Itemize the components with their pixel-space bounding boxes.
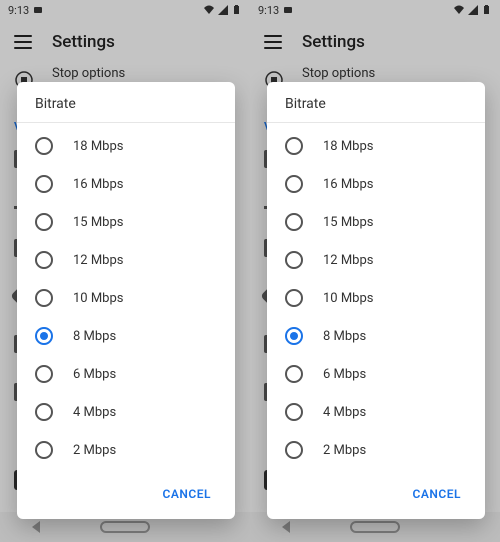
bitrate-dialog: Bitrate 18 Mbps 16 Mbps 15 Mbps 12 Mbps 10 M… — [267, 82, 485, 519]
bitrate-option-label: 12 Mbps — [323, 253, 374, 268]
radio-icon — [35, 213, 53, 231]
bitrate-option-label: 2 Mbps — [73, 443, 116, 458]
bitrate-option[interactable]: 6 Mbps — [267, 355, 485, 393]
bitrate-options-list: 18 Mbps 16 Mbps 15 Mbps 12 Mbps 10 Mbps 8 Mbp… — [267, 123, 485, 473]
radio-icon — [35, 289, 53, 307]
bitrate-option[interactable]: 2 Mbps — [17, 431, 235, 469]
radio-icon — [35, 175, 53, 193]
radio-icon — [285, 441, 303, 459]
bitrate-option-label: 4 Mbps — [73, 405, 116, 420]
radio-icon — [285, 327, 303, 345]
radio-icon — [35, 327, 53, 345]
bitrate-option[interactable]: 8 Mbps — [17, 317, 235, 355]
radio-icon — [35, 441, 53, 459]
bitrate-option[interactable]: 18 Mbps — [17, 127, 235, 165]
dialog-title: Bitrate — [267, 82, 485, 122]
radio-icon — [35, 137, 53, 155]
bitrate-option-label: 10 Mbps — [73, 291, 124, 306]
bitrate-option-label: 6 Mbps — [323, 367, 366, 382]
bitrate-option[interactable]: 2 Mbps — [267, 431, 485, 469]
bitrate-option[interactable]: 6 Mbps — [17, 355, 235, 393]
bitrate-option-label: 8 Mbps — [323, 329, 366, 344]
bitrate-option[interactable]: 15 Mbps — [267, 203, 485, 241]
bitrate-option[interactable]: 16 Mbps — [267, 165, 485, 203]
radio-icon — [285, 175, 303, 193]
dialog-title: Bitrate — [17, 82, 235, 122]
bitrate-option-label: 12 Mbps — [73, 253, 124, 268]
radio-icon — [35, 365, 53, 383]
bitrate-option[interactable]: 12 Mbps — [267, 241, 485, 279]
radio-icon — [285, 365, 303, 383]
bitrate-option[interactable]: 15 Mbps — [17, 203, 235, 241]
bitrate-option[interactable]: 10 Mbps — [267, 279, 485, 317]
bitrate-option-label: 4 Mbps — [323, 405, 366, 420]
radio-icon — [285, 137, 303, 155]
bitrate-option-label: 18 Mbps — [73, 139, 124, 154]
bitrate-option-label: 6 Mbps — [73, 367, 116, 382]
bitrate-dialog: Bitrate 18 Mbps 16 Mbps 15 Mbps 12 Mbps 10 M… — [17, 82, 235, 519]
bitrate-option[interactable]: 4 Mbps — [267, 393, 485, 431]
radio-icon — [285, 251, 303, 269]
radio-icon — [35, 403, 53, 421]
bitrate-option-label: 2 Mbps — [323, 443, 366, 458]
phone-screen-left: 9:13 Settings Stop options Choose ho — [0, 0, 250, 542]
phone-screen-right: 9:13 Settings Stop options Choose ho — [250, 0, 500, 542]
bitrate-option-label: 16 Mbps — [73, 177, 124, 192]
bitrate-option-label: 15 Mbps — [323, 215, 374, 230]
cancel-button[interactable]: CANCEL — [403, 481, 471, 507]
radio-icon — [285, 403, 303, 421]
bitrate-option-label: 18 Mbps — [323, 139, 374, 154]
bitrate-option-label: 16 Mbps — [323, 177, 374, 192]
bitrate-option[interactable]: 12 Mbps — [17, 241, 235, 279]
bitrate-option-label: 8 Mbps — [73, 329, 116, 344]
bitrate-option[interactable]: 4 Mbps — [17, 393, 235, 431]
bitrate-option[interactable]: 18 Mbps — [267, 127, 485, 165]
bitrate-options-list: 18 Mbps 16 Mbps 15 Mbps 12 Mbps 10 Mbps 8 Mbp… — [17, 123, 235, 473]
bitrate-option[interactable]: 8 Mbps — [267, 317, 485, 355]
bitrate-option[interactable]: 10 Mbps — [17, 279, 235, 317]
radio-icon — [35, 251, 53, 269]
cancel-button[interactable]: CANCEL — [153, 481, 221, 507]
radio-icon — [285, 213, 303, 231]
bitrate-option[interactable]: 16 Mbps — [17, 165, 235, 203]
bitrate-option-label: 10 Mbps — [323, 291, 374, 306]
bitrate-option-label: 15 Mbps — [73, 215, 124, 230]
radio-icon — [285, 289, 303, 307]
